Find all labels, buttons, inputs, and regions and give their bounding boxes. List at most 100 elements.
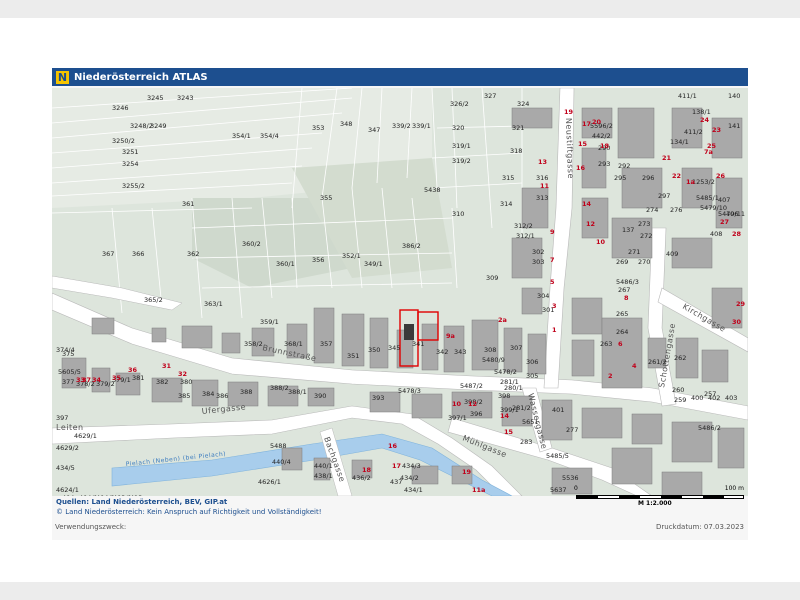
- atlas-frame: N Niederösterreich ATLAS Brunnstraße Ufe…: [52, 68, 748, 540]
- house-number-label: 7: [550, 256, 555, 264]
- parcel-number-label: 313: [536, 194, 548, 202]
- house-number-label: 2: [608, 372, 613, 380]
- parcel-number-label: 308: [484, 346, 496, 354]
- parcel-number-label: 380: [180, 378, 192, 386]
- parcel-number-label: 5478/3: [398, 387, 421, 395]
- parcel-number-label: 385: [178, 392, 190, 400]
- parcel-number-label: 343: [454, 348, 466, 356]
- parcel-number-label: 407: [718, 196, 730, 204]
- parcel-number-label: 442/2: [592, 132, 611, 140]
- purpose-label: Verwendungszweck:: [55, 523, 127, 531]
- house-number-label: 3: [552, 302, 557, 310]
- parcel-number-label: 271: [628, 248, 640, 256]
- parcel-number-label: 438/1: [314, 472, 333, 480]
- parcel-number-label: 408: [710, 230, 722, 238]
- house-number-label: 15: [578, 140, 588, 148]
- parcel-number-label: 356: [312, 256, 324, 264]
- copyright-text: © Land Niederösterreich: Kein Anspruch a…: [56, 508, 322, 516]
- parcel-number-label: 137: [622, 226, 634, 234]
- parcel-number-label: 3251: [122, 148, 139, 156]
- parcel-number-label: 320: [452, 124, 464, 132]
- parcel-number-label: 296: [642, 174, 654, 182]
- parcel-number-label: 393: [372, 394, 384, 402]
- parcel-number-label: 434/3: [402, 462, 421, 470]
- house-number-label: 36: [128, 366, 138, 374]
- parcel-number-label: 436/2: [352, 474, 371, 482]
- house-number-label: 12: [586, 220, 595, 228]
- parcel-number-label: 411/1: [678, 92, 697, 100]
- parcel-number-label: 321: [512, 124, 524, 132]
- parcel-number-label: 134/1: [670, 138, 689, 146]
- house-number-label: 1a: [686, 178, 695, 186]
- parcel-number-label: 305: [526, 372, 538, 380]
- parcel-number-label: 339/2: [392, 122, 411, 130]
- parcel-number-label: 319/1: [452, 142, 471, 150]
- house-number-label: 5: [550, 278, 555, 286]
- parcel-number-label: 3243: [177, 94, 194, 102]
- parcel-number-label: 5478/2: [494, 368, 517, 376]
- parcel-number-label: 319/2: [452, 157, 471, 165]
- house-number-label: 9a: [446, 332, 455, 340]
- house-number-label: 26: [716, 172, 726, 180]
- parcel-number-label: 360/2: [242, 240, 261, 248]
- cadastral-map[interactable]: Brunnstraße Ufergasse Mühlgasse Neustift…: [52, 88, 748, 496]
- parcel-number-label: 354/4: [260, 132, 279, 140]
- parcel-number-label: 1253/2: [692, 178, 715, 186]
- parcel-number-label: 310: [452, 210, 464, 218]
- house-number-label: 11a: [472, 486, 485, 494]
- house-number-label: 29: [736, 300, 746, 308]
- parcel-number-label: 5486/2: [698, 424, 721, 432]
- parcel-number-label: 4626/1: [258, 478, 281, 486]
- parcel-number-label: 140: [728, 92, 740, 100]
- parcel-number-label: 368/1: [284, 340, 303, 348]
- house-number-label: 31: [162, 362, 172, 370]
- parcel-number-label: 295: [614, 174, 626, 182]
- atlas-footer: Quellen: Land Niederösterreich, BEV, GIP…: [52, 485, 748, 540]
- parcel-number-label: 404/2: [96, 494, 115, 496]
- parcel-number-label: 357: [320, 340, 332, 348]
- scale-bar: 0 100 m M 1:2.000: [574, 485, 744, 512]
- page: N Niederösterreich ATLAS Brunnstraße Ufe…: [0, 18, 800, 582]
- parcel-number-label: 259: [674, 396, 686, 404]
- parcel-number-label: 388/1: [288, 388, 307, 396]
- house-number-label: 18: [362, 466, 372, 474]
- parcel-number-label: 339/1: [412, 122, 431, 130]
- parcel-number-label: 382: [156, 378, 168, 386]
- parcel-number-label: 386/2: [402, 242, 421, 250]
- parcel-number-label: 397: [56, 414, 68, 422]
- parcel-number-label: 283: [520, 438, 532, 446]
- parcel-number-label: 274: [646, 206, 658, 214]
- parcel-number-label: 262: [674, 354, 686, 362]
- parcel-number-label: 316: [536, 174, 548, 182]
- scale-bar-graphic: [576, 495, 744, 499]
- house-number-label: 16: [576, 164, 586, 172]
- parcel-number-label: 5487/2: [460, 382, 483, 390]
- parcel-number-label: 4624/1: [56, 486, 79, 494]
- parcel-number-label: 400: [691, 394, 703, 402]
- parcel-number-label: 341: [412, 340, 424, 348]
- house-number-label: 12: [468, 400, 477, 408]
- parcel-number-label: 318: [510, 147, 522, 155]
- parcel-number-label: 363/1: [204, 300, 223, 308]
- parcel-number-label: 351: [347, 352, 359, 360]
- parcel-number-label: 398: [498, 392, 510, 400]
- parcel-number-label: 273: [638, 220, 650, 228]
- print-date: Druckdatum: 07.03.2023: [655, 523, 744, 531]
- house-number-label: 8: [624, 294, 629, 302]
- parcel-number-label: 434/2: [400, 474, 419, 482]
- house-number-label: 2a: [498, 316, 507, 324]
- parcel-number-label: 3250/2: [112, 137, 135, 145]
- parcel-number-label: 315: [502, 174, 514, 182]
- parcel-number-label: 304: [537, 292, 549, 300]
- parcel-number-label: 277: [566, 426, 578, 434]
- noe-logo-icon: N: [56, 70, 69, 84]
- parcel-number-label: 381: [132, 374, 144, 382]
- house-number-label: 10: [452, 400, 462, 408]
- parcel-number-label: 141: [728, 122, 740, 130]
- parcel-number-label: 403: [725, 394, 737, 402]
- map-canvas[interactable]: Brunnstraße Ufergasse Mühlgasse Neustift…: [52, 88, 748, 496]
- parcel-number-label: 402: [708, 394, 720, 402]
- parcel-number-label: 302: [532, 248, 544, 256]
- parcel-number-label: 397/1: [448, 414, 467, 422]
- parcel-number-label: 314: [500, 200, 512, 208]
